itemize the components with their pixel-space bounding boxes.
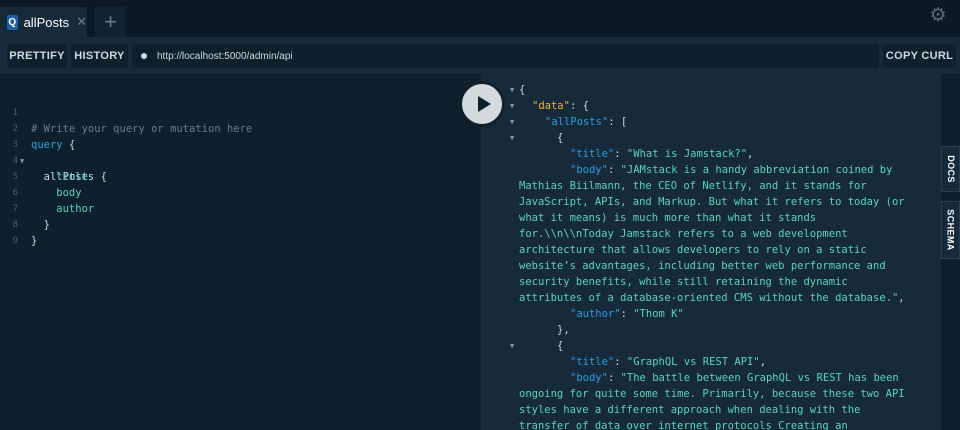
post-body-line: JavaScript, APIs, and Markup. But what i… (519, 196, 905, 208)
play-icon (477, 96, 491, 112)
post-body-value: "The battle between GraphQL vs REST has … (620, 372, 899, 384)
result-line: "data": { (532, 100, 589, 112)
run-query-button[interactable] (459, 81, 505, 127)
post-title-value: "GraphQL vs REST API" (626, 356, 760, 368)
endpoint-url-input[interactable]: http://localhost:5000/admin/api (132, 44, 879, 68)
query-tab-icon: Q (7, 14, 18, 30)
result-line: }, (557, 324, 570, 336)
gear-icon[interactable]: ⚙ (929, 6, 947, 25)
status-dot-icon (141, 53, 147, 59)
fold-arrow-icon[interactable]: ▼ (510, 82, 514, 98)
editor-line: 9 (0, 217, 481, 246)
close-icon[interactable]: ✕ (76, 14, 87, 30)
schema-tab[interactable]: SCHEMA (941, 201, 960, 259)
toolbar: PRETTIFY HISTORY http://localhost:5000/a… (0, 37, 960, 74)
result-line: "title": "What is Jamstack?", (570, 148, 754, 160)
result-line: { (557, 340, 564, 352)
result-line: attributes of a database-oriented CMS wi… (519, 292, 905, 304)
plus-icon[interactable]: + (95, 7, 126, 37)
post-body-line: ongoing for quite some time. Primarily, … (519, 388, 905, 400)
data-key: "data" (532, 100, 570, 112)
copy-curl-button[interactable]: COPY CURL (883, 44, 956, 68)
editor-line: 5 body (0, 153, 481, 199)
docs-tab[interactable]: DOCS (941, 146, 960, 192)
prettify-button[interactable]: PRETTIFY (7, 44, 67, 68)
history-button[interactable]: HISTORY (71, 44, 128, 68)
fold-arrow-icon[interactable]: ▼ (510, 338, 514, 354)
post-body-line: website’s advantages, including better w… (519, 260, 886, 272)
post-body-value: "JAMstack is a handy abbreviation coined… (620, 164, 893, 176)
code-text: } (31, 235, 38, 247)
line-number: 9 (12, 236, 18, 246)
post-body-line: attributes of a database-oriented CMS wi… (519, 292, 899, 304)
editor-line: 1 # Write your query or mutation here (0, 89, 481, 135)
result-line: "author": "Thom K" (570, 308, 684, 320)
post-body-line: what it means) is much more than what it… (519, 212, 817, 224)
result-line: "body": "The battle between GraphQL vs R… (570, 372, 899, 384)
post-body-line: architecture that allows developers to r… (519, 244, 867, 256)
fold-arrow-icon[interactable]: ▼ (510, 98, 514, 114)
post-body-line: for.\\n\\nToday Jamstack refers to a web… (519, 228, 848, 240)
post-body-line: security benefits, while still retaining… (519, 276, 848, 288)
result-line: "allPosts": [ (545, 116, 628, 128)
tab-allposts[interactable]: Q allPosts ✕ (0, 7, 87, 37)
editor-line: 4 title (0, 137, 481, 183)
query-editor[interactable]: 1 # Write your query or mutation here 2 … (0, 74, 481, 430)
docs-tab-label: DOCS (945, 155, 956, 183)
post-author-value: "Thom K" (633, 308, 684, 320)
tab-bar: Q allPosts ✕ + ⚙ (0, 0, 960, 37)
result-line: "title": "GraphQL vs REST API", (570, 356, 767, 368)
tab-title: allPosts (23, 14, 70, 30)
editor-line: 2 query { (0, 105, 481, 151)
post-body-line: transfer of data over internet protocols… (519, 420, 848, 430)
editor-line: 7 } (0, 185, 481, 231)
post-body-line: Mathias Biilmann, the CEO of Netlify, an… (519, 180, 867, 192)
endpoint-url-text: http://localhost:5000/admin/api (157, 50, 293, 62)
editor-line: 3 ▼ allPosts { (0, 121, 481, 183)
post-title-value: "What is Jamstack?" (626, 148, 748, 160)
result-line: { (519, 84, 526, 96)
fold-arrow-icon[interactable]: ▼ (510, 130, 514, 146)
schema-tab-label: SCHEMA (945, 209, 956, 251)
result-line: { (557, 132, 564, 144)
fold-arrow-icon[interactable]: ▼ (510, 114, 514, 130)
editor-line: 8 } (0, 201, 481, 247)
result-pane[interactable]: ▼ { ▼ "data": { ▼ "allPosts": [ ▼ { "tit… (481, 74, 941, 430)
allposts-key: "allPosts" (545, 116, 609, 128)
editor-line: 6 author (0, 169, 481, 215)
post-body-line: styles have a different approach when de… (519, 404, 861, 416)
result-line: "body": "JAMstack is a handy abbreviatio… (570, 164, 893, 176)
